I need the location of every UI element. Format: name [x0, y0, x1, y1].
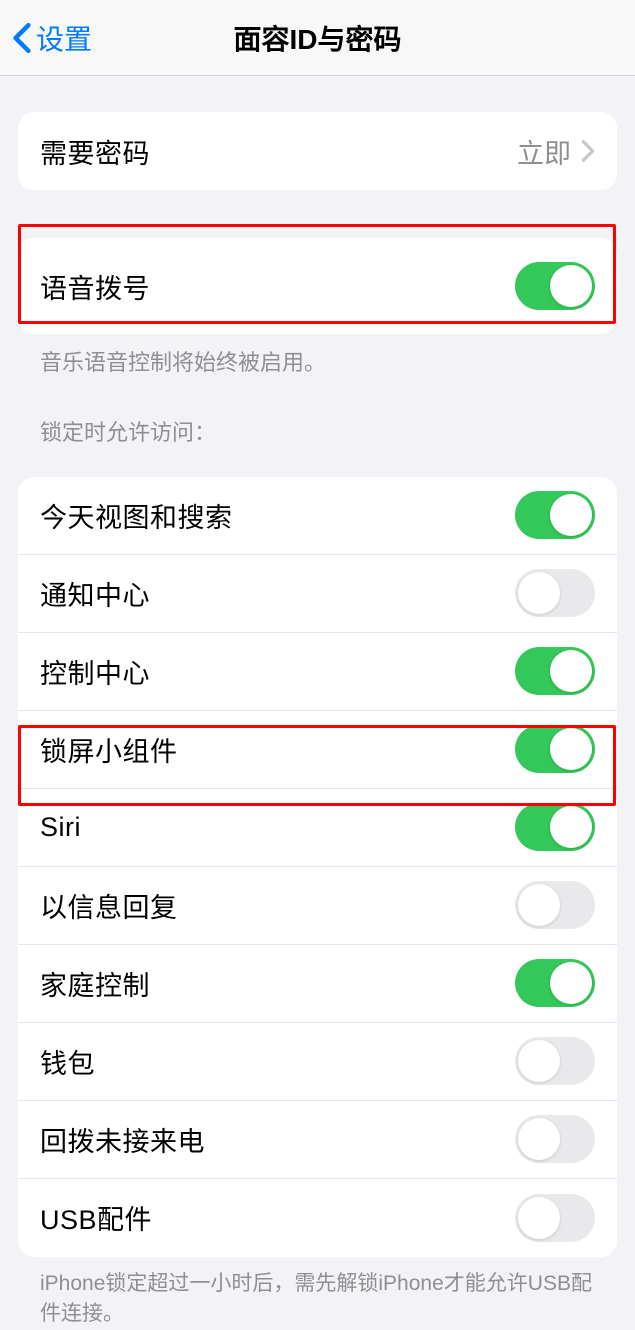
toggle-knob — [518, 884, 560, 926]
back-label: 设置 — [36, 18, 92, 58]
chevron-left-icon — [12, 22, 32, 54]
page-title: 面容ID与密码 — [0, 18, 635, 58]
lock-item-label: 家庭控制 — [40, 964, 150, 1003]
lock-item-toggle[interactable] — [515, 725, 595, 773]
require-passcode-value: 立即 — [517, 132, 571, 171]
nav-header: 设置 面容ID与密码 — [0, 0, 635, 76]
voice-dial-row: 语音拨号 — [18, 238, 617, 334]
toggle-knob — [518, 1040, 560, 1082]
require-passcode-value-wrap: 立即 — [517, 132, 595, 171]
lock-item-toggle[interactable] — [515, 647, 595, 695]
lock-access-header: 锁定时允许访问： — [18, 415, 617, 459]
lock-item-row: 以信息回复 — [18, 867, 617, 945]
lock-item-row: Siri — [18, 789, 617, 867]
toggle-knob — [518, 1118, 560, 1160]
toggle-knob — [550, 728, 592, 770]
lock-item-row: 回拨未接来电 — [18, 1101, 617, 1179]
lock-item-row: 控制中心 — [18, 633, 617, 711]
passcode-group: 需要密码 立即 — [18, 112, 617, 190]
lock-item-toggle[interactable] — [515, 959, 595, 1007]
lock-item-toggle[interactable] — [515, 1115, 595, 1163]
chevron-right-icon — [581, 139, 595, 163]
lock-item-label: 今天视图和搜索 — [40, 496, 233, 535]
lock-item-label: 钱包 — [40, 1042, 95, 1081]
back-button[interactable]: 设置 — [0, 18, 92, 58]
lock-item-label: 以信息回复 — [40, 886, 178, 925]
lock-item-label: 锁屏小组件 — [40, 730, 178, 769]
lock-item-toggle[interactable] — [515, 569, 595, 617]
lock-item-row: 今天视图和搜索 — [18, 477, 617, 555]
voice-dial-group: 语音拨号 — [18, 238, 617, 334]
toggle-knob — [518, 572, 560, 614]
lock-item-row: 通知中心 — [18, 555, 617, 633]
voice-dial-toggle[interactable] — [515, 262, 595, 310]
require-passcode-label: 需要密码 — [40, 132, 150, 171]
lock-item-row: USB配件 — [18, 1179, 617, 1257]
lock-item-label: 控制中心 — [40, 652, 150, 691]
voice-dial-label: 语音拨号 — [40, 267, 150, 306]
require-passcode-row[interactable]: 需要密码 立即 — [18, 112, 617, 190]
lock-item-label: 回拨未接来电 — [40, 1120, 205, 1159]
lock-item-toggle[interactable] — [515, 491, 595, 539]
lock-item-toggle[interactable] — [515, 1194, 595, 1242]
lock-item-toggle[interactable] — [515, 1037, 595, 1085]
lock-item-row: 钱包 — [18, 1023, 617, 1101]
lock-access-group: 今天视图和搜索通知中心控制中心锁屏小组件 Siri 以信息回复家庭控制钱包回拨未接来… — [18, 477, 617, 1257]
lock-item-toggle[interactable] — [515, 881, 595, 929]
lock-item-label: USB配件 — [40, 1198, 152, 1237]
toggle-knob — [550, 806, 592, 848]
toggle-knob — [550, 265, 592, 307]
toggle-knob — [550, 650, 592, 692]
lock-item-label: Siri — [40, 812, 81, 843]
toggle-knob — [550, 962, 592, 1004]
lock-item-row: 家庭控制 — [18, 945, 617, 1023]
lock-item-row: 锁屏小组件 — [18, 711, 617, 789]
toggle-knob — [550, 494, 592, 536]
usb-footer: iPhone锁定超过一小时后，需先解锁iPhone才能允许USB配件连接。 — [18, 1257, 617, 1330]
lock-item-label: 通知中心 — [40, 574, 150, 613]
toggle-knob — [518, 1197, 560, 1239]
lock-item-toggle[interactable] — [515, 803, 595, 851]
voice-dial-footer: 音乐语音控制将始终被启用。 — [18, 334, 617, 379]
